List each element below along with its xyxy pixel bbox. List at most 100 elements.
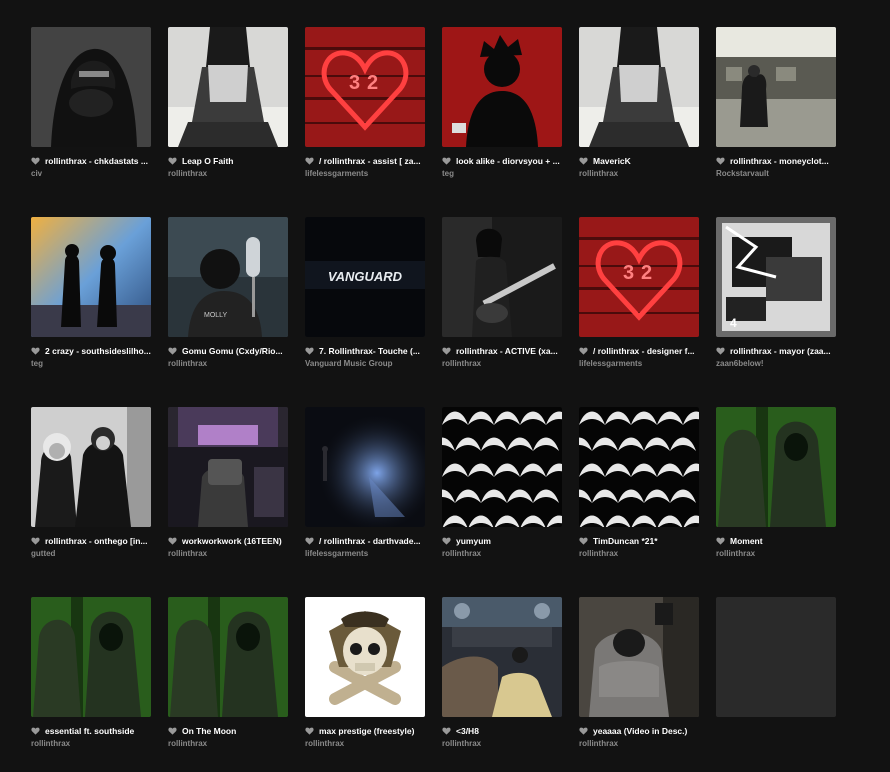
heart-icon[interactable] [305,727,314,735]
heart-icon[interactable] [168,157,177,165]
heart-icon[interactable] [31,157,40,165]
track-user[interactable]: rollinthrax [168,739,288,749]
heart-icon[interactable] [442,157,451,165]
heart-icon[interactable] [305,157,314,165]
track-user[interactable]: rollinthrax [31,739,151,749]
track-user[interactable]: rollinthrax [579,169,699,179]
heart-icon[interactable] [168,347,177,355]
track-title[interactable]: Moment [730,535,763,547]
heart-icon[interactable] [305,537,314,545]
track-artwork-red-heart-collage[interactable]: 32 [305,27,425,147]
track-artwork-red-heart-collage[interactable]: 32 [579,217,699,337]
track-card[interactable]: / rollinthrax - darthvade... lifelessgar… [305,407,425,558]
track-card[interactable]: essential ft. southside rollinthrax [31,597,151,749]
track-artwork-car-interior-photo[interactable] [442,597,562,717]
heart-icon[interactable] [442,347,451,355]
track-user[interactable]: Rockstarvault [716,169,836,179]
track-title[interactable]: Gomu Gomu (Cxdy/Rio... [182,345,283,357]
track-card[interactable]: yumyum rollinthrax [442,407,562,559]
heart-icon[interactable] [305,347,314,355]
track-user[interactable]: civ [31,169,151,179]
track-card[interactable]: max prestige (freestyle) rollinthrax [305,597,425,749]
track-artwork-green-hoodies-photo[interactable] [31,597,151,717]
track-title[interactable]: / rollinthrax - assist [ za... [319,155,421,167]
track-card[interactable]: MavericK rollinthrax [579,27,699,179]
heart-icon[interactable] [579,157,588,165]
track-card[interactable]: rollinthrax - onthego [in... gutted [31,407,151,559]
track-card[interactable]: rollinthrax - ACTIVE (xa... rollinthrax [442,217,562,368]
track-user[interactable]: rollinthrax [168,359,288,369]
track-card[interactable]: Moment rollinthrax [716,407,836,559]
track-user[interactable]: rollinthrax [168,169,288,179]
track-title[interactable]: yumyum [456,535,491,547]
track-artwork-studio-microphone-photo[interactable]: MOLLY [168,217,288,337]
track-title[interactable]: TimDuncan *21* [593,535,658,547]
track-card[interactable]: 4 rollinthrax - mayor (zaa... zaan6below… [716,217,836,369]
track-title[interactable]: rollinthrax - ACTIVE (xa... [456,345,558,357]
track-card[interactable]: 32 / rollinthrax - assist [ za... lifele… [305,27,425,179]
heart-icon[interactable] [31,347,40,355]
track-artwork-two-figures-sky-photo[interactable] [31,217,151,337]
track-card[interactable]: 32 / rollinthrax - designer f... lifeles… [579,217,699,369]
track-card[interactable]: yeaaaa (Video in Desc.) rollinthrax [579,597,699,749]
track-artwork-parking-garage-photo[interactable] [716,27,836,147]
track-title[interactable]: 7. Rollinthrax- Touche (... [319,345,420,357]
track-artwork-black-white-pattern[interactable] [579,407,699,527]
track-artwork-red-silhouette-cover[interactable] [442,27,562,147]
track-card[interactable]: TimDuncan *21* rollinthrax [579,407,699,559]
track-card[interactable]: workworkwork (16TEEN) rollinthrax [168,407,288,559]
track-user[interactable]: rollinthrax [305,739,425,749]
heart-icon[interactable] [716,157,725,165]
track-artwork-green-hoodies-photo[interactable] [716,407,836,527]
track-user[interactable]: lifelessgarments [305,169,425,179]
track-user[interactable]: lifelessgarments [579,359,699,369]
track-artwork-green-hoodies-photo[interactable] [168,597,288,717]
track-user[interactable]: gutted [31,549,151,559]
track-artwork-figure-on-bed-photo[interactable] [579,27,699,147]
heart-icon[interactable] [442,727,451,735]
track-title[interactable]: MavericK [593,155,631,167]
heart-icon[interactable] [168,537,177,545]
track-title[interactable]: essential ft. southside [45,725,134,737]
track-artwork-black-white-pattern[interactable] [442,407,562,527]
heart-icon[interactable] [716,347,725,355]
track-artwork-empty-placeholder[interactable] [716,597,836,717]
track-user[interactable]: zaan6below! [716,359,836,369]
track-artwork-bw-duo-photo[interactable] [31,407,151,527]
track-title[interactable]: look alike - diorvsyou + ... [456,155,560,167]
track-artwork-dark-stage-light-cover[interactable] [305,407,425,527]
track-user[interactable]: teg [442,169,562,179]
track-card[interactable]: 2 crazy - southsideslilho... teg [31,217,151,368]
track-user[interactable]: rollinthrax [579,739,699,749]
track-card[interactable]: rollinthrax - chkdastats ... civ [31,27,151,179]
track-title[interactable]: rollinthrax - onthego [in... [45,535,147,547]
track-title[interactable]: yeaaaa (Video in Desc.) [593,725,687,737]
track-user[interactable]: rollinthrax [579,549,699,559]
heart-icon[interactable] [31,727,40,735]
track-card[interactable]: rollinthrax - moneyclot... Rockstarvault [716,27,836,179]
track-artwork-vanguard-logo-cover[interactable]: VANGUARD [305,217,425,337]
track-title[interactable]: On The Moon [182,725,236,737]
track-artwork-hooded-figure-photo[interactable] [31,27,151,147]
track-title[interactable]: rollinthrax - chkdastats ... [45,155,148,167]
track-artwork-guitarist-photo[interactable] [442,217,562,337]
heart-icon[interactable] [579,727,588,735]
track-user[interactable]: Vanguard Music Group [305,359,425,369]
track-card[interactable]: Leap O Faith rollinthrax [168,27,288,179]
track-card[interactable]: MOLLY Gomu Gomu (Cxdy/Rio... rollinthrax [168,217,288,369]
track-card[interactable]: <3/H8 rollinthrax [442,597,562,748]
heart-icon[interactable] [168,727,177,735]
track-artwork-figure-in-chair-photo[interactable] [579,597,699,717]
track-artwork-figure-on-bed-photo[interactable] [168,27,288,147]
heart-icon[interactable] [31,537,40,545]
track-user[interactable]: rollinthrax [442,549,562,559]
track-title[interactable]: 2 crazy - southsideslilho... [45,345,151,357]
track-user[interactable]: rollinthrax [168,549,288,559]
track-user[interactable]: rollinthrax [716,549,836,559]
track-card[interactable]: On The Moon rollinthrax [168,597,288,749]
track-card[interactable]: look alike - diorvsyou + ... teg [442,27,562,179]
track-title[interactable]: rollinthrax - moneyclot... [730,155,829,167]
track-card[interactable]: VANGUARD 7. Rollinthrax- Touche (... Van… [305,217,425,369]
track-artwork-grunge-glitch-cover[interactable]: 4 [716,217,836,337]
track-title[interactable]: max prestige (freestyle) [319,725,414,737]
